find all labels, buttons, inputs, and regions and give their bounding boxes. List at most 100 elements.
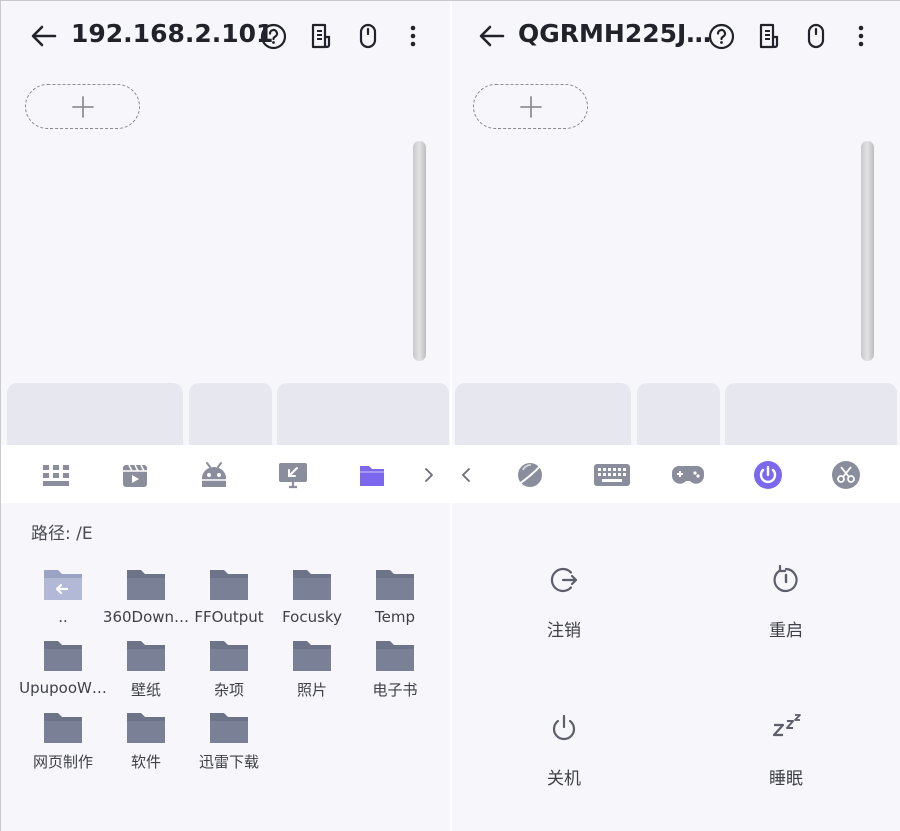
logout-icon <box>548 564 580 596</box>
path-label: 路径: /E <box>31 524 93 544</box>
power-tool-button[interactable] <box>748 455 788 495</box>
folder-icon <box>42 637 84 673</box>
folder-name: FFOutput <box>194 608 264 626</box>
android-tool-button[interactable] <box>194 455 234 495</box>
folder-item[interactable]: 照片 <box>270 637 354 707</box>
gamepad-icon <box>672 466 704 484</box>
help-icon <box>260 23 286 49</box>
key-button[interactable] <box>637 383 720 445</box>
key-button[interactable] <box>455 383 631 445</box>
mouse-icon <box>359 23 377 49</box>
android-icon <box>202 462 226 487</box>
key-button[interactable] <box>7 383 183 445</box>
folder-icon <box>360 466 384 486</box>
folder-name: .. <box>58 608 68 626</box>
screen-cast-icon <box>279 463 307 489</box>
key-button[interactable] <box>277 383 449 445</box>
add-button[interactable] <box>25 84 140 129</box>
power-option-label: 重启 <box>769 621 803 641</box>
folder-name: 杂项 <box>213 681 244 699</box>
grid-tool-button[interactable] <box>36 455 76 495</box>
toolbar <box>1 445 450 503</box>
shutdown-icon <box>548 712 580 744</box>
folder-name: 360Down… <box>102 608 190 626</box>
scrollbar[interactable] <box>861 141 874 361</box>
right-panel: QGRMH225J… 注销 重启 关机 睡眠 <box>452 1 900 831</box>
folder-item[interactable]: 网页制作 <box>21 709 105 779</box>
folder-icon <box>208 566 250 602</box>
add-button[interactable] <box>473 84 588 129</box>
folder-name: UpupooW… <box>19 679 107 697</box>
chevron-right-icon <box>425 468 433 482</box>
folder-icon <box>208 637 250 673</box>
folder-item[interactable]: 360Down… <box>103 566 189 636</box>
document-icon <box>311 23 331 49</box>
folder-icon <box>125 709 167 745</box>
scrollbar[interactable] <box>413 141 426 361</box>
folder-name: 壁纸 <box>130 681 161 699</box>
folder-item[interactable]: 电子书 <box>353 637 437 707</box>
back-button[interactable] <box>477 21 507 51</box>
back-button[interactable] <box>29 21 59 51</box>
folder-item[interactable]: Temp <box>353 566 437 636</box>
header: QGRMH225J… <box>452 1 900 71</box>
power-option-label: 关机 <box>547 769 581 789</box>
folder-item[interactable]: FFOutput <box>187 566 271 636</box>
document-button[interactable] <box>755 22 783 50</box>
document-icon <box>759 23 779 49</box>
mouse-button[interactable] <box>354 22 382 50</box>
folder-icon <box>291 566 333 602</box>
screen-cast-tool-button[interactable] <box>273 455 313 495</box>
logout-button[interactable]: 注销 <box>484 564 644 654</box>
key-button[interactable] <box>725 383 897 445</box>
video-tool-button[interactable] <box>115 455 155 495</box>
folder-item[interactable]: 杂项 <box>187 637 271 707</box>
video-icon <box>123 464 147 487</box>
keyboard-tool-button[interactable] <box>590 455 634 495</box>
shutdown-button[interactable]: 关机 <box>484 712 644 802</box>
mouse-icon <box>807 23 825 49</box>
restart-icon <box>770 564 802 596</box>
sleep-icon <box>770 712 802 744</box>
folder-item[interactable]: UpupooW… <box>19 637 107 707</box>
left-panel: 192.168.2.101 路径: /E .. 360Down… FFOutpu… <box>1 1 450 831</box>
restart-button[interactable]: 重启 <box>706 564 866 654</box>
folder-icon <box>374 566 416 602</box>
folder-icon <box>208 709 250 745</box>
power-option-label: 注销 <box>547 621 581 641</box>
more-menu-button[interactable] <box>399 22 427 50</box>
file-tool-button[interactable] <box>352 455 392 495</box>
toolbar-next-button[interactable] <box>419 455 439 495</box>
more-vert-icon <box>858 25 864 47</box>
toolbar-prev-button[interactable] <box>456 455 476 495</box>
folder-item[interactable]: 迅雷下载 <box>187 709 271 779</box>
help-button[interactable] <box>707 22 735 50</box>
folder-name: Focusky <box>282 608 342 626</box>
help-button[interactable] <box>259 22 287 50</box>
document-button[interactable] <box>307 22 335 50</box>
folder-name: 迅雷下载 <box>198 753 259 771</box>
page-title: QGRMH225J… <box>518 19 712 48</box>
chevron-left-icon <box>462 468 470 482</box>
sleep-button[interactable]: 睡眠 <box>706 712 866 802</box>
power-icon <box>754 461 782 489</box>
more-vert-icon <box>410 25 416 47</box>
folder-item[interactable]: 壁纸 <box>104 637 188 707</box>
folder-item[interactable]: Focusky <box>270 566 354 636</box>
folder-up-icon <box>42 566 84 602</box>
gamepad-tool-button[interactable] <box>668 455 708 495</box>
scissors-icon <box>832 461 860 489</box>
planet-tool-button[interactable] <box>510 455 550 495</box>
folder-icon <box>374 637 416 673</box>
folder-name: 网页制作 <box>32 753 93 771</box>
toolbar <box>452 445 900 503</box>
parent-folder-item[interactable]: .. <box>21 566 105 636</box>
mouse-button[interactable] <box>802 22 830 50</box>
folder-icon <box>42 709 84 745</box>
help-icon <box>708 23 734 49</box>
folder-name: 软件 <box>130 753 161 771</box>
more-menu-button[interactable] <box>847 22 875 50</box>
folder-item[interactable]: 软件 <box>104 709 188 779</box>
scissors-tool-button[interactable] <box>826 455 866 495</box>
key-button[interactable] <box>189 383 272 445</box>
